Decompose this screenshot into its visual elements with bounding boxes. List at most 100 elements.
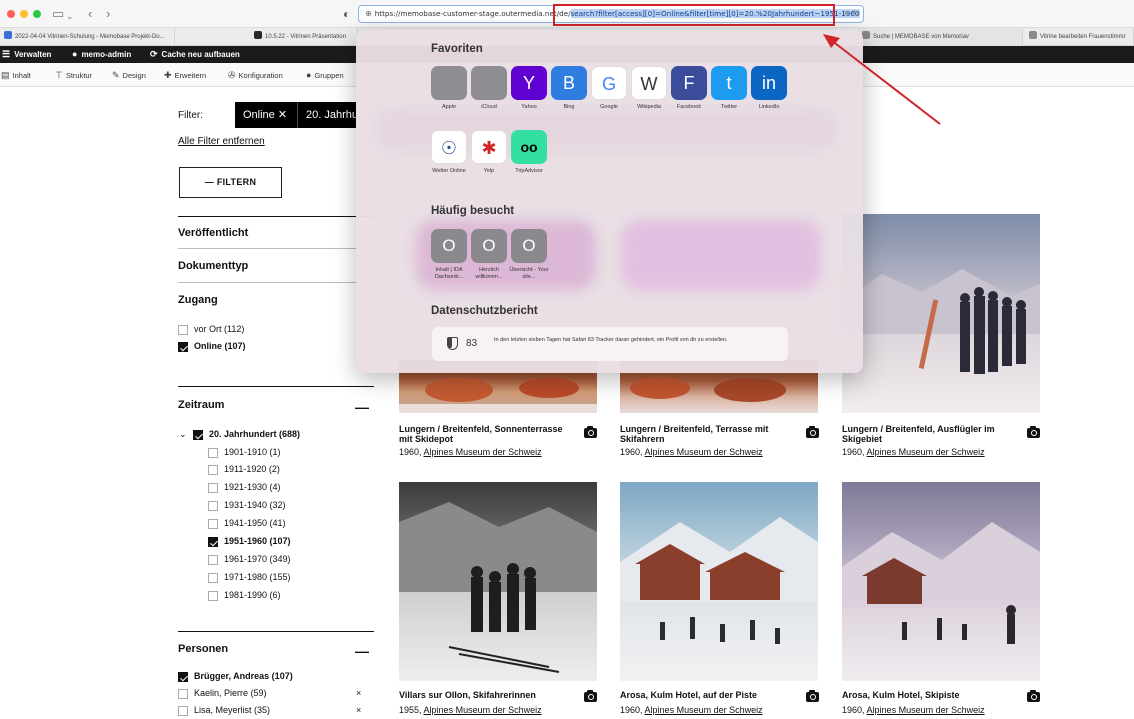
frequent-site-tile[interactable]: O: [471, 229, 507, 263]
source-link[interactable]: Alpines Museum der Schweiz: [424, 705, 542, 715]
filter-chip-20-jahrhundert[interactable]: 20. Jahrhun: [297, 102, 356, 128]
result-title[interactable]: Arosa, Kulm Hotel, auf der Piste: [620, 690, 795, 700]
nav-konfiguration[interactable]: ✇ Konfiguration: [228, 70, 283, 81]
source-link[interactable]: Alpines Museum der Schweiz: [645, 705, 763, 715]
result-title[interactable]: Villars sur Ollon, Skifahrerinnen: [399, 690, 574, 700]
result-photo[interactable]: [399, 482, 597, 681]
wrench-icon: ✇: [228, 70, 236, 80]
tab-vitrinen-schulung[interactable]: 2022-04-04 Vitrinen-Schulung - Memobase …: [0, 28, 175, 46]
remove-lisa-button[interactable]: ×: [356, 705, 361, 715]
source-link[interactable]: Alpines Museum der Schweiz: [867, 705, 985, 715]
checkbox-1921-1930[interactable]: [208, 483, 218, 493]
tab-vitrine-bearbeiten[interactable]: Vitrine bearbeiten Frauenstimmr: [1025, 28, 1134, 46]
facet-dokumenttyp-title[interactable]: Dokumenttyp: [178, 260, 248, 272]
admin-user[interactable]: ● memo-admin: [72, 49, 131, 59]
favorite-tile[interactable]: G: [591, 66, 627, 100]
minimize-window-button[interactable]: [20, 10, 28, 18]
remove-kaelin-button[interactable]: ×: [356, 688, 361, 698]
favorite-tile[interactable]: W: [631, 66, 667, 100]
source-link[interactable]: Alpines Museum der Schweiz: [645, 447, 763, 457]
nav-struktur[interactable]: ⊤ Struktur: [55, 70, 92, 81]
result-title[interactable]: Lungern / Breitenfeld, Sonnenterrasse mi…: [399, 424, 569, 444]
checkbox-1931-1940[interactable]: [208, 501, 218, 511]
remove-all-filters-link[interactable]: Alle Filter entfernen: [178, 136, 265, 147]
favorite-tile[interactable]: ✱: [471, 130, 507, 164]
favorite-tile[interactable]: [431, 66, 467, 100]
result-photo[interactable]: [842, 482, 1040, 681]
photo-arosa-piste-image: [620, 517, 818, 644]
back-button[interactable]: ‹: [88, 6, 92, 22]
favorite-tile[interactable]: ☉: [431, 130, 467, 164]
filtern-button[interactable]: — FILTERN: [179, 167, 282, 198]
browser-toolbar: ▭ ⌄ ‹ › ◐ ⊕ https://memobase-customer-sta…: [0, 0, 1134, 28]
tab-memobase-suche[interactable]: Suche | MEMOBASE von Memoriav: [858, 28, 1023, 46]
favorite-tile[interactable]: F: [671, 66, 707, 100]
facet-personen-title[interactable]: Personen: [178, 643, 228, 655]
privacy-shield-icon[interactable]: ◐: [343, 7, 350, 21]
admin-verwalten[interactable]: ☰ Verwalten: [2, 49, 51, 60]
result-photo[interactable]: [620, 482, 818, 681]
checkbox-label: 1961-1970 (349): [224, 554, 291, 564]
close-window-button[interactable]: [7, 10, 15, 18]
facet-zeitraum-title[interactable]: Zeitraum: [178, 399, 224, 411]
result-photo[interactable]: [842, 214, 1040, 413]
nav-design[interactable]: ✎ Design: [112, 70, 146, 81]
group-icon: ●: [306, 70, 312, 80]
reload-icon[interactable]: ✕ ↻: [843, 6, 859, 22]
checkbox-label: Online (107): [194, 341, 246, 351]
checkbox-label: 1941-1950 (41): [224, 518, 286, 528]
menu-icon: ☰: [2, 49, 11, 59]
facet-zugang-title[interactable]: Zugang: [178, 294, 218, 306]
sidebar-icon[interactable]: ▭: [52, 6, 64, 22]
facet-veroeffentlicht-title[interactable]: Veröffentlicht: [178, 227, 248, 239]
frequent-site-tile[interactable]: O: [431, 229, 467, 263]
favorite-tile[interactable]: [471, 66, 507, 100]
checkbox-1951-1960[interactable]: [208, 537, 218, 547]
chevron-down-icon[interactable]: ⌄: [66, 8, 74, 24]
shield-icon: [447, 337, 458, 350]
chevron-down-icon[interactable]: ⌄: [179, 429, 187, 440]
result-title[interactable]: Lungern / Breitenfeld, Terrasse mit Skif…: [620, 424, 790, 444]
checkbox-1971-1980[interactable]: [208, 573, 218, 583]
collapse-personen-button[interactable]: —: [355, 644, 369, 658]
result-title[interactable]: Arosa, Kulm Hotel, Skipiste: [842, 690, 1017, 700]
privacy-report-card[interactable]: 83 In den letzten sieben Tagen hat Safar…: [432, 327, 788, 361]
checkbox-label: 20. Jahrhundert (688): [209, 429, 301, 439]
source-link[interactable]: Alpines Museum der Schweiz: [867, 447, 985, 457]
checkbox-20-jahrhundert[interactable]: [193, 430, 203, 440]
datenschutzbericht-heading: Datenschutzbericht: [431, 305, 538, 317]
checkbox-1911-1920[interactable]: [208, 465, 218, 475]
filter-chip-online[interactable]: Online ✕: [235, 102, 297, 128]
favorite-tile[interactable]: B: [551, 66, 587, 100]
checkbox-vor-ort[interactable]: [178, 325, 188, 335]
zoom-window-button[interactable]: [33, 10, 41, 18]
divider: [178, 282, 374, 283]
nav-gruppen[interactable]: ● Gruppen: [306, 70, 344, 80]
result-meta: 1960, Alpines Museum der Schweiz: [842, 705, 985, 715]
nav-inhalt[interactable]: ▤ Inhalt: [1, 70, 31, 81]
source-link[interactable]: Alpines Museum der Schweiz: [424, 447, 542, 457]
nav-erweitern[interactable]: ✚ Erweitern: [164, 70, 206, 81]
photo-villars-skiers-image: [399, 502, 597, 673]
checkbox-label: 1931-1940 (32): [224, 500, 286, 510]
forward-button[interactable]: ›: [106, 6, 110, 22]
checkbox-online[interactable]: [178, 342, 188, 352]
tab-favicon-icon: [4, 31, 12, 39]
result-meta: 1960, Alpines Museum der Schweiz: [842, 447, 985, 457]
checkbox-1961-1970[interactable]: [208, 555, 218, 565]
checkbox-lisa-meyerlist[interactable]: [178, 706, 188, 716]
favorite-tile[interactable]: Y: [511, 66, 547, 100]
favorite-tile[interactable]: oo: [511, 130, 547, 164]
result-title[interactable]: Lungern / Breitenfeld, Ausflügler im Ski…: [842, 424, 1017, 444]
frequent-site-tile[interactable]: O: [511, 229, 547, 263]
favorite-tile[interactable]: t: [711, 66, 747, 100]
collapse-zeitraum-button[interactable]: —: [355, 400, 369, 414]
favorite-tile[interactable]: in: [751, 66, 787, 100]
admin-cache-rebuild[interactable]: ⟳ Cache neu aufbauen: [150, 49, 240, 60]
checkbox-1941-1950[interactable]: [208, 519, 218, 529]
checkbox-bruegger-andreas[interactable]: [178, 672, 188, 682]
checkbox-kaelin-pierre[interactable]: [178, 689, 188, 699]
checkbox-1901-1910[interactable]: [208, 448, 218, 458]
checkbox-1981-1990[interactable]: [208, 591, 218, 601]
tab-vitrinen-praesentation[interactable]: 10.5.22 - Vitrinen Präsentation: [250, 28, 358, 46]
